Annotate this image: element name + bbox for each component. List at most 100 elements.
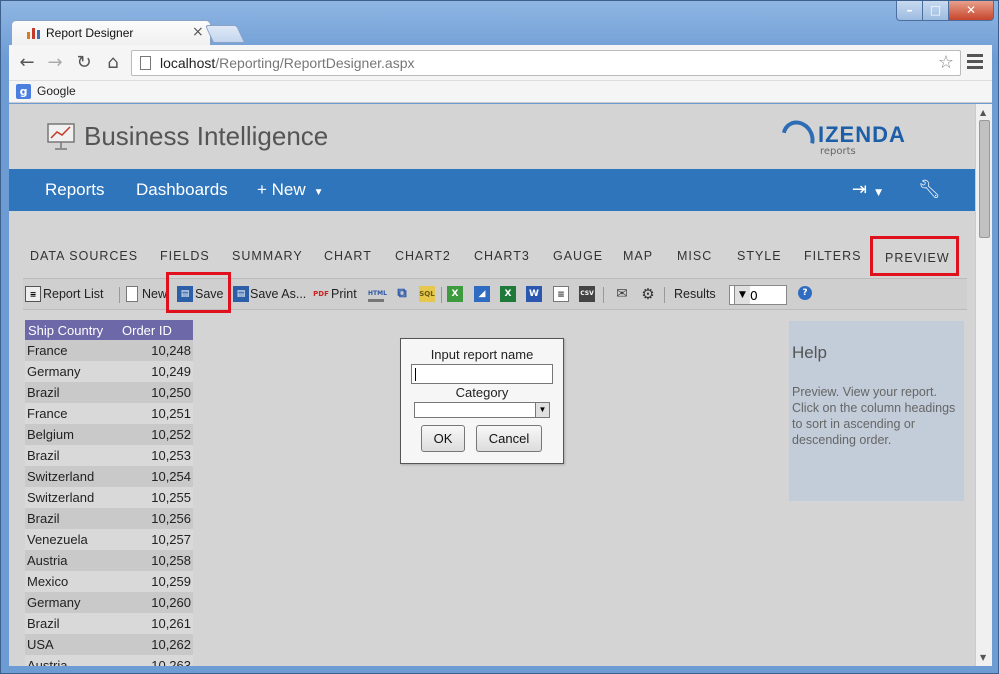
tab-data-sources[interactable]: DATA SOURCES bbox=[30, 249, 138, 263]
caret-down-icon: ▼ bbox=[313, 187, 324, 198]
settings-gear-icon[interactable]: ⚙ bbox=[640, 286, 656, 302]
tab-strip: Report Designer × – □ ✕ bbox=[1, 1, 999, 46]
new-document-icon bbox=[126, 286, 138, 302]
table-row: Switzerland 10,254 bbox=[25, 466, 193, 487]
reload-icon[interactable]: ↻ bbox=[72, 51, 96, 75]
tab-misc[interactable]: MISC bbox=[677, 249, 712, 263]
bookmark-star-icon[interactable]: ☆ bbox=[938, 52, 954, 73]
signin-icon[interactable]: ⇥ ▼ bbox=[852, 179, 882, 200]
tab-filters[interactable]: FILTERS bbox=[804, 249, 861, 263]
table-row: Germany 10,260 bbox=[25, 592, 193, 613]
save-as-disk-icon: ▤ bbox=[233, 286, 249, 302]
table-row: Brazil 10,250 bbox=[25, 382, 193, 403]
word-export-icon[interactable]: W bbox=[526, 286, 542, 302]
chart-export-icon[interactable]: ◢ bbox=[474, 286, 490, 302]
tab-chart3[interactable]: CHART3 bbox=[474, 249, 530, 263]
nav-dashboards[interactable]: Dashboards bbox=[136, 180, 228, 200]
nav-new[interactable]: + New ▼ bbox=[257, 180, 324, 200]
table-row: France 10,248 bbox=[25, 340, 193, 361]
report-favicon-icon bbox=[27, 28, 40, 39]
help-icon[interactable]: ? bbox=[798, 286, 812, 300]
sql-icon[interactable]: SQL bbox=[419, 286, 435, 302]
help-panel: Help Preview. View your report. Click on… bbox=[789, 321, 964, 501]
table-row: Germany 10,249 bbox=[25, 361, 193, 382]
tab-map[interactable]: MAP bbox=[623, 249, 653, 263]
url-text: localhost/Reporting/ReportDesigner.aspx bbox=[160, 55, 415, 71]
report-list-button[interactable]: Report List bbox=[43, 287, 103, 301]
scroll-down-icon[interactable]: ▼ bbox=[980, 653, 986, 662]
back-icon[interactable]: ← bbox=[15, 51, 39, 75]
tab-summary[interactable]: SUMMARY bbox=[232, 249, 303, 263]
report-name-input[interactable] bbox=[411, 364, 553, 384]
cancel-button[interactable]: Cancel bbox=[476, 425, 542, 452]
plus-icon: + bbox=[257, 180, 272, 199]
report-list-icon: ≡ bbox=[25, 286, 41, 302]
table-row: Venezuela 10,257 bbox=[25, 529, 193, 550]
tab-gauge[interactable]: GAUGE bbox=[553, 249, 603, 263]
hierarchy-icon[interactable]: ⧉ bbox=[394, 286, 410, 302]
html-export-icon[interactable]: HTML bbox=[368, 286, 387, 302]
results-select[interactable]: 100 ▼ bbox=[729, 285, 787, 305]
close-icon: ✕ bbox=[965, 3, 977, 17]
xls-icon[interactable]: X bbox=[500, 286, 516, 302]
browser-tab[interactable]: Report Designer × bbox=[11, 20, 211, 46]
text-export-icon[interactable]: ≡ bbox=[553, 286, 569, 302]
maximize-icon: □ bbox=[929, 3, 942, 17]
report-toolbar: ≡ Report List New ▤ Save ▤ Save As... PD… bbox=[23, 278, 967, 310]
pdf-icon: PDF bbox=[313, 290, 329, 298]
category-label: Category bbox=[455, 385, 509, 400]
page-scrollbar[interactable]: ▲ ▼ bbox=[975, 104, 992, 666]
tab-fields[interactable]: FIELDS bbox=[160, 249, 210, 263]
forward-icon[interactable]: → bbox=[43, 51, 67, 75]
browser-toolbar: ← → ↻ ⌂ localhost/Reporting/ReportDesign… bbox=[9, 45, 992, 81]
table-row: France 10,251 bbox=[25, 403, 193, 424]
print-button[interactable]: Print bbox=[331, 287, 357, 301]
izenda-swoosh-icon bbox=[775, 114, 821, 162]
main-nav: Reports Dashboards + New ▼ ⇥ ▼ 🔧︎ bbox=[9, 169, 975, 211]
email-icon[interactable]: ✉ bbox=[614, 286, 630, 302]
column-header-ship-country[interactable]: Ship Country bbox=[25, 320, 119, 340]
report-name-label: Input report name bbox=[430, 347, 534, 362]
address-bar[interactable]: localhost/Reporting/ReportDesigner.aspx … bbox=[131, 50, 961, 76]
dropdown-arrow-icon: ▼ bbox=[535, 403, 549, 417]
chrome-menu-icon[interactable] bbox=[967, 54, 983, 72]
category-select[interactable]: ▼ bbox=[414, 402, 550, 418]
column-header-order-id[interactable]: Order ID bbox=[119, 320, 193, 340]
maximize-button[interactable]: □ bbox=[922, 1, 949, 21]
tab-style[interactable]: STYLE bbox=[737, 249, 782, 263]
tab-chart2[interactable]: CHART2 bbox=[395, 249, 451, 263]
google-icon[interactable]: g bbox=[16, 84, 31, 99]
new-button[interactable]: New bbox=[142, 287, 167, 301]
report-preview-table: Ship Country Order ID France 10,248 Germa… bbox=[25, 320, 193, 666]
minimize-button[interactable]: – bbox=[896, 1, 923, 21]
home-icon[interactable]: ⌂ bbox=[101, 51, 125, 75]
minimize-icon: – bbox=[906, 3, 913, 17]
text-cursor bbox=[415, 368, 416, 381]
table-row: Austria 10,258 bbox=[25, 550, 193, 571]
excel-export-icon[interactable]: X bbox=[447, 286, 463, 302]
ok-button[interactable]: OK bbox=[421, 425, 465, 452]
save-report-dialog: Input report name Category ▼ OK Cancel bbox=[400, 338, 564, 464]
help-text: Preview. View your report. Click on the … bbox=[792, 385, 956, 447]
scroll-up-icon[interactable]: ▲ bbox=[980, 108, 986, 117]
table-row: Brazil 10,253 bbox=[25, 445, 193, 466]
browser-window: Report Designer × – □ ✕ ← → ↻ ⌂ localhos… bbox=[0, 0, 999, 674]
close-window-button[interactable]: ✕ bbox=[948, 1, 994, 21]
wrench-icon[interactable]: 🔧︎ bbox=[918, 179, 941, 200]
table-row: USA 10,262 bbox=[25, 634, 193, 655]
help-title: Help bbox=[792, 343, 827, 362]
preview-highlight-box bbox=[870, 236, 959, 276]
bookmark-google[interactable]: Google bbox=[37, 84, 76, 98]
csv-export-icon[interactable]: CSV bbox=[579, 286, 595, 302]
designer-tabs: DATA SOURCES FIELDS SUMMARY CHART CHART2… bbox=[9, 239, 975, 269]
bookmarks-bar: g Google bbox=[9, 81, 992, 103]
save-as-button[interactable]: Save As... bbox=[250, 287, 306, 301]
app-title: Business Intelligence bbox=[84, 121, 329, 151]
tab-title: Report Designer bbox=[46, 26, 134, 40]
page-viewport: Business Intelligence IZENDA reports Rep… bbox=[9, 104, 975, 666]
close-tab-icon[interactable]: × bbox=[192, 24, 204, 40]
nav-reports[interactable]: Reports bbox=[45, 180, 105, 200]
scroll-thumb[interactable] bbox=[979, 120, 990, 238]
tab-chart[interactable]: CHART bbox=[324, 249, 372, 263]
save-highlight-box bbox=[166, 272, 231, 313]
